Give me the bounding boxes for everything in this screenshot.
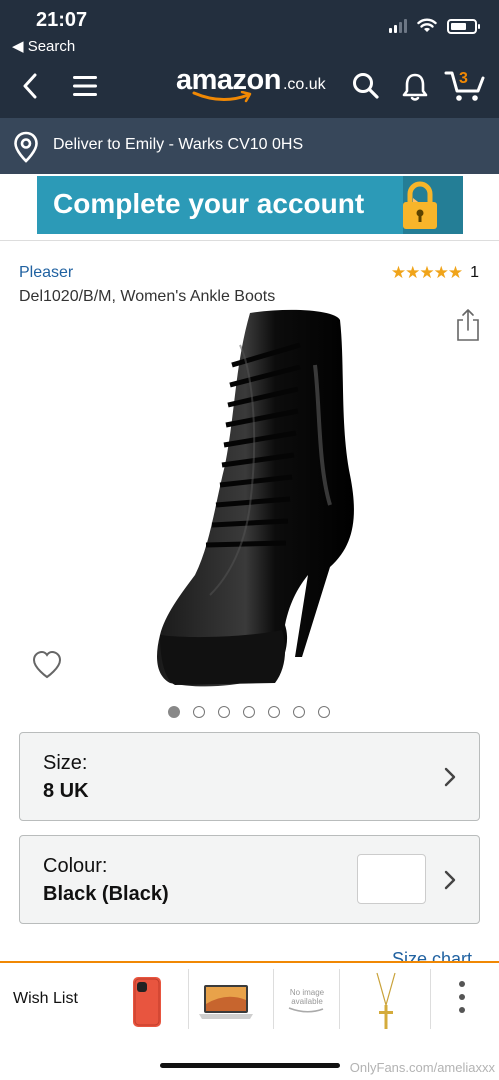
pagination-dot[interactable] bbox=[243, 706, 255, 718]
wifi-icon bbox=[417, 18, 437, 32]
back-chevron-icon[interactable] bbox=[18, 72, 42, 100]
search-icon[interactable] bbox=[351, 71, 381, 101]
location-pin-icon bbox=[14, 131, 38, 163]
more-options-icon[interactable] bbox=[459, 981, 465, 1013]
chevron-right-icon bbox=[444, 767, 456, 787]
size-value: 8 UK bbox=[43, 780, 89, 802]
thumb-divider bbox=[430, 969, 431, 1029]
status-bar: 21:07 ◀ Search bbox=[0, 0, 499, 62]
complete-account-banner[interactable]: Complete your account bbox=[37, 176, 463, 234]
colour-selector[interactable]: Colour: Black (Black) bbox=[19, 835, 480, 924]
colour-swatch bbox=[357, 854, 426, 904]
thumb-divider bbox=[339, 969, 340, 1029]
cross-necklace-thumbnail[interactable] bbox=[366, 971, 406, 1033]
no-image-text: No image bbox=[289, 988, 325, 997]
status-time: 21:07 bbox=[36, 9, 88, 31]
logo-smile-icon bbox=[192, 91, 252, 103]
product-image[interactable] bbox=[140, 305, 370, 695]
delivery-location-bar[interactable]: Deliver to Emily - Warks CV10 0HS bbox=[0, 118, 499, 174]
product-title: Del1020/B/M, Women's Ankle Boots bbox=[19, 288, 276, 305]
battery-icon bbox=[447, 18, 480, 34]
colour-label: Colour: bbox=[43, 855, 108, 877]
logo-tld: .co.uk bbox=[282, 76, 326, 93]
bell-icon[interactable] bbox=[400, 71, 430, 103]
image-pagination bbox=[168, 706, 330, 718]
brand-link[interactable]: Pleaser bbox=[19, 264, 73, 282]
menu-icon[interactable] bbox=[72, 72, 98, 100]
watermark: OnlyFans.com/ameliaxxx bbox=[349, 1060, 495, 1075]
delivery-address: Deliver to Emily - Warks CV10 0HS bbox=[53, 136, 304, 153]
rating[interactable]: ★★★★★ 1 bbox=[391, 263, 479, 283]
chevron-right-icon bbox=[444, 870, 456, 890]
pagination-dot[interactable] bbox=[218, 706, 230, 718]
amazon-logo[interactable]: amazon .co.uk bbox=[176, 64, 326, 108]
phone-thumbnail[interactable] bbox=[128, 971, 166, 1033]
laptop-thumbnail[interactable] bbox=[196, 971, 256, 1033]
colour-value: Black (Black) bbox=[43, 883, 169, 905]
back-to-search-link[interactable]: ◀ Search bbox=[12, 37, 75, 55]
cellular-signal-icon bbox=[389, 19, 407, 33]
status-icons bbox=[389, 18, 480, 34]
rating-count: 1 bbox=[470, 264, 479, 281]
drawer-accent-line bbox=[0, 961, 499, 963]
pagination-dot[interactable] bbox=[193, 706, 205, 718]
star-rating-icon: ★★★★★ bbox=[390, 263, 463, 282]
wishlist-heart-icon[interactable] bbox=[31, 650, 63, 685]
home-indicator[interactable] bbox=[160, 1063, 340, 1068]
cart-count-badge: 3 bbox=[459, 70, 468, 87]
pagination-dot[interactable] bbox=[168, 706, 180, 718]
thumb-divider bbox=[273, 969, 274, 1029]
no-image-thumbnail[interactable]: No image available bbox=[279, 971, 335, 1033]
pagination-dot[interactable] bbox=[318, 706, 330, 718]
no-image-placeholder: No image available bbox=[287, 988, 327, 1016]
no-image-text: available bbox=[291, 997, 323, 1006]
size-selector[interactable]: Size: 8 UK bbox=[19, 732, 480, 821]
wishlist-label[interactable]: Wish List bbox=[13, 990, 78, 1008]
pagination-dot[interactable] bbox=[293, 706, 305, 718]
divider bbox=[0, 240, 499, 241]
thumb-divider bbox=[188, 969, 189, 1029]
share-icon[interactable] bbox=[455, 308, 481, 347]
padlock-icon bbox=[403, 181, 437, 229]
nav-bar: amazon .co.uk bbox=[0, 62, 499, 118]
banner-text: Complete your account bbox=[53, 188, 365, 219]
pagination-dot[interactable] bbox=[268, 706, 280, 718]
size-label: Size: bbox=[43, 752, 88, 774]
